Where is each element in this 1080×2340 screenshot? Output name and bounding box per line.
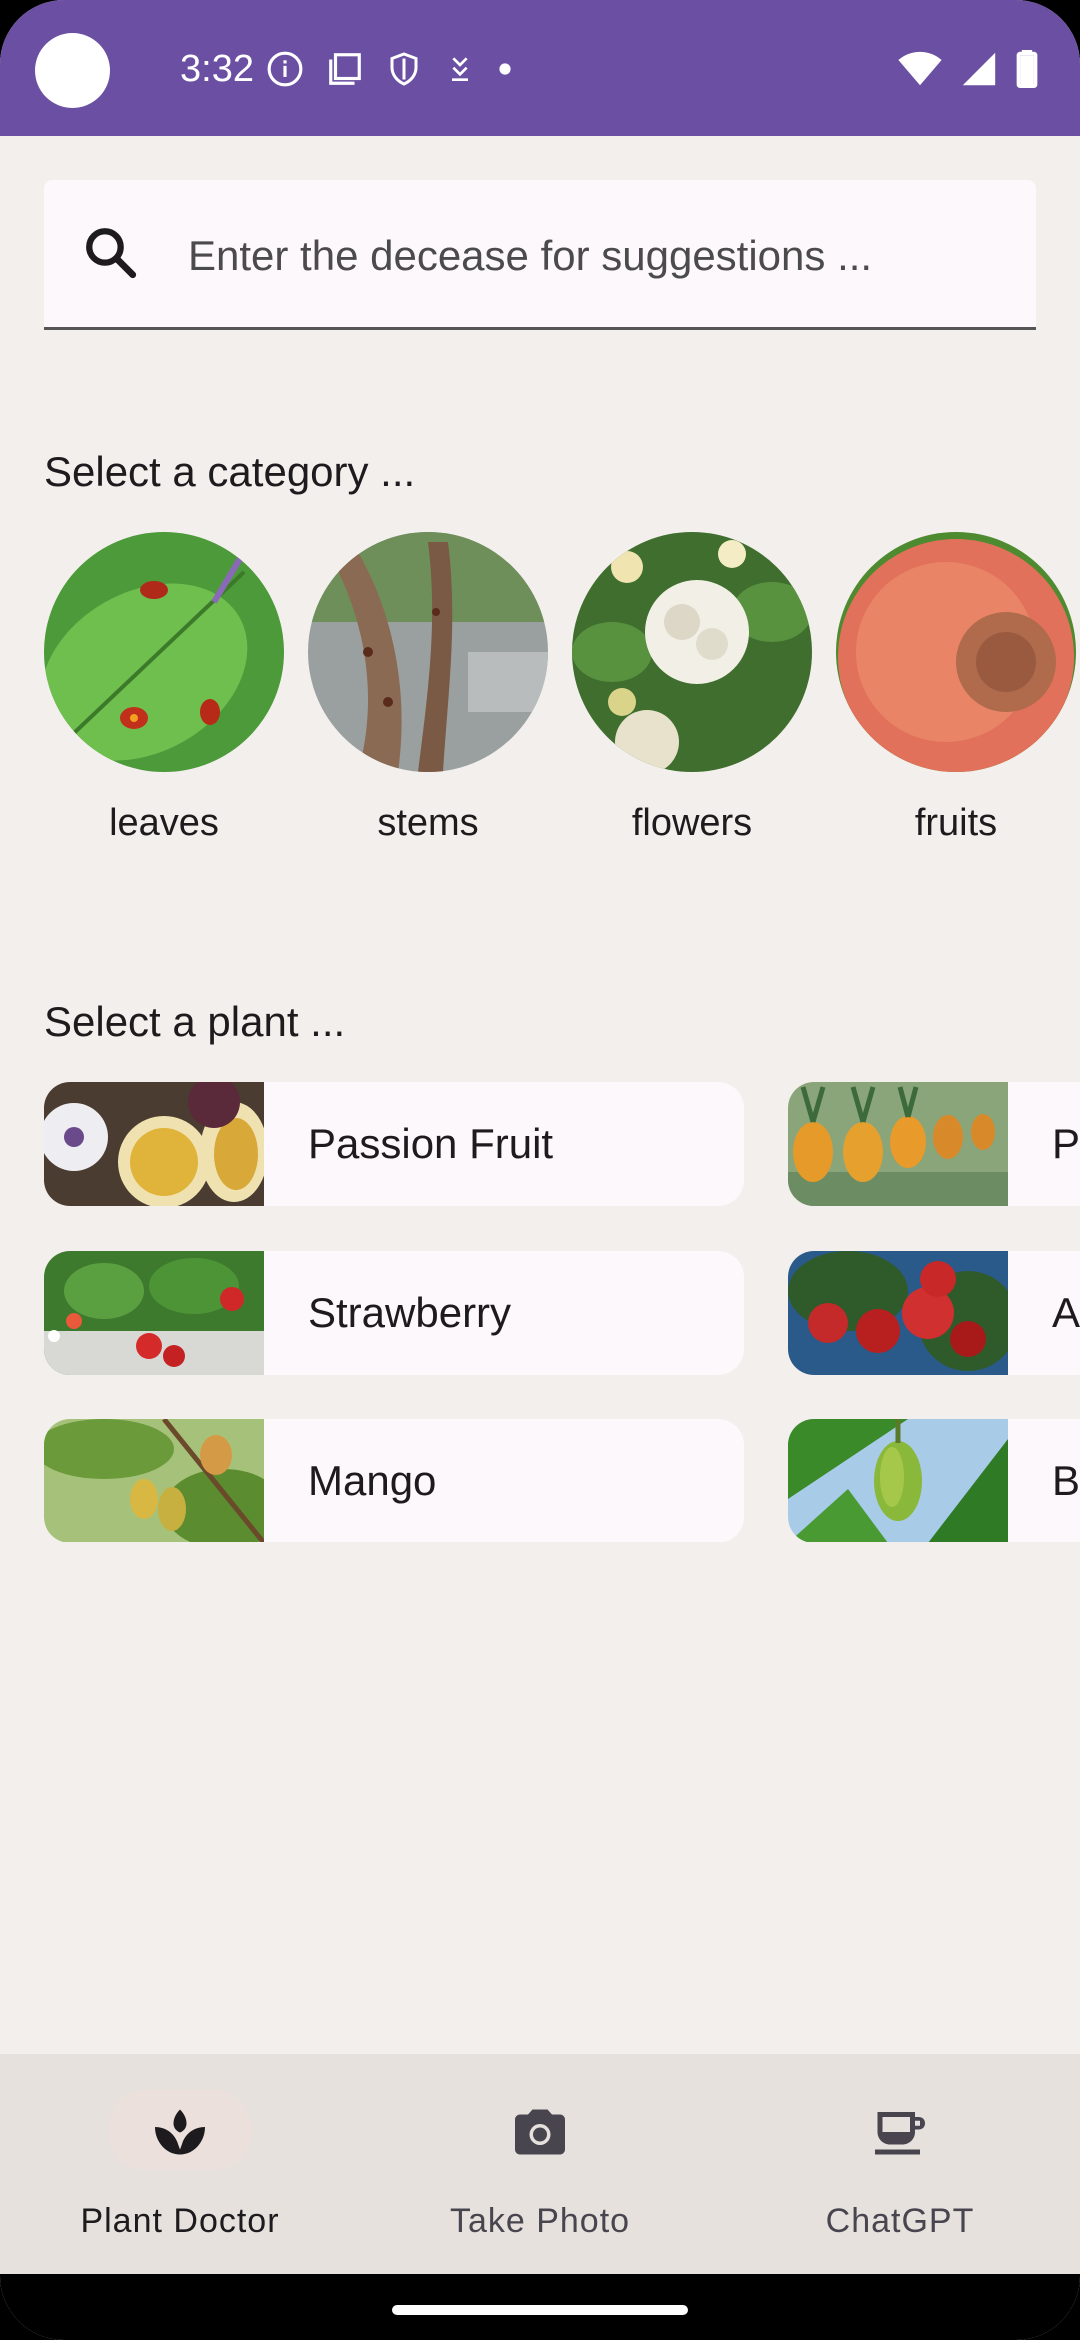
leaves-image <box>44 532 284 772</box>
plant-row: Mango B <box>44 1419 1080 1542</box>
category-label: flowers <box>631 802 753 844</box>
category-section-title: Select a category ... <box>44 448 416 495</box>
shield-icon <box>390 52 418 86</box>
plant-name: Strawberry <box>308 1289 512 1336</box>
category-leaves[interactable]: leaves <box>44 532 284 845</box>
battery-icon <box>1016 50 1038 88</box>
wifi-icon <box>898 51 942 86</box>
flowers-image <box>572 532 812 772</box>
passion-fruit-image <box>44 1082 264 1206</box>
dot-icon <box>499 63 511 75</box>
plant-name: P <box>1052 1120 1080 1167</box>
category-fruits[interactable]: fruits <box>836 532 1076 845</box>
download-icon <box>452 57 468 81</box>
nav-label: ChatGPT <box>825 2202 975 2240</box>
category-stems[interactable]: stems <box>308 532 548 845</box>
nav-label: Plant Doctor <box>80 2202 280 2240</box>
category-label: stems <box>377 802 479 844</box>
plant-card-strawberry[interactable]: Strawberry <box>44 1251 744 1375</box>
system-icons <box>898 50 1038 88</box>
plant-name: Mango <box>308 1457 437 1504</box>
plant-row: Strawberry A <box>44 1251 1080 1375</box>
status-bar: 3:32 <box>0 0 1080 136</box>
strawberry-image <box>44 1251 264 1375</box>
copy-icon <box>329 53 361 85</box>
search-bar[interactable] <box>44 180 1036 330</box>
search-icon <box>86 228 137 279</box>
app-screen: 3:32 Select a category ... <box>0 0 1080 2340</box>
notification-icons <box>266 50 512 88</box>
pineapple-image <box>788 1082 1008 1206</box>
plant-name: B <box>1052 1457 1080 1504</box>
plant-row: Passion Fruit P <box>44 1082 1080 1206</box>
plant-grid: Passion Fruit P Strawberry A Mango B <box>44 1082 1080 1542</box>
coffee-cup-icon <box>875 2112 925 2155</box>
signal-icon <box>962 52 996 86</box>
fruits-image <box>836 532 1076 772</box>
plant-name: Passion Fruit <box>308 1120 554 1167</box>
banana-image <box>788 1419 1008 1542</box>
stems-image <box>308 532 548 772</box>
plant-name: A <box>1052 1289 1080 1336</box>
search-input[interactable] <box>186 220 1010 292</box>
nav-label: Take Photo <box>449 2202 631 2240</box>
status-time: 3:32 <box>180 48 254 90</box>
plant-card-partial-p[interactable]: P <box>788 1082 1080 1206</box>
info-icon <box>267 51 303 87</box>
apple-image <box>788 1251 1008 1375</box>
nav-chatgpt[interactable]: ChatGPT <box>720 2054 1080 2274</box>
home-indicator[interactable] <box>392 2305 688 2315</box>
camera-cutout <box>35 33 110 108</box>
plant-card-partial-a[interactable]: A <box>788 1251 1080 1375</box>
category-label: fruits <box>914 802 998 844</box>
camera-icon <box>515 2109 565 2155</box>
category-flowers[interactable]: flowers <box>572 532 812 845</box>
nav-take-photo[interactable]: Take Photo <box>360 2054 720 2274</box>
category-list: leaves stems flowers fruits <box>44 532 1076 845</box>
plant-card-mango[interactable]: Mango <box>44 1419 744 1542</box>
mango-image <box>44 1419 264 1542</box>
plant-icon <box>155 2109 205 2155</box>
plant-card-partial-b[interactable]: B <box>788 1419 1080 1542</box>
nav-plant-doctor[interactable]: Plant Doctor <box>0 2054 360 2274</box>
plant-section-title: Select a plant ... <box>44 998 346 1045</box>
bottom-navigation: Plant Doctor Take Photo ChatGPT <box>0 2054 1080 2274</box>
plant-card-passion-fruit[interactable]: Passion Fruit <box>44 1082 744 1206</box>
category-label: leaves <box>109 802 219 844</box>
